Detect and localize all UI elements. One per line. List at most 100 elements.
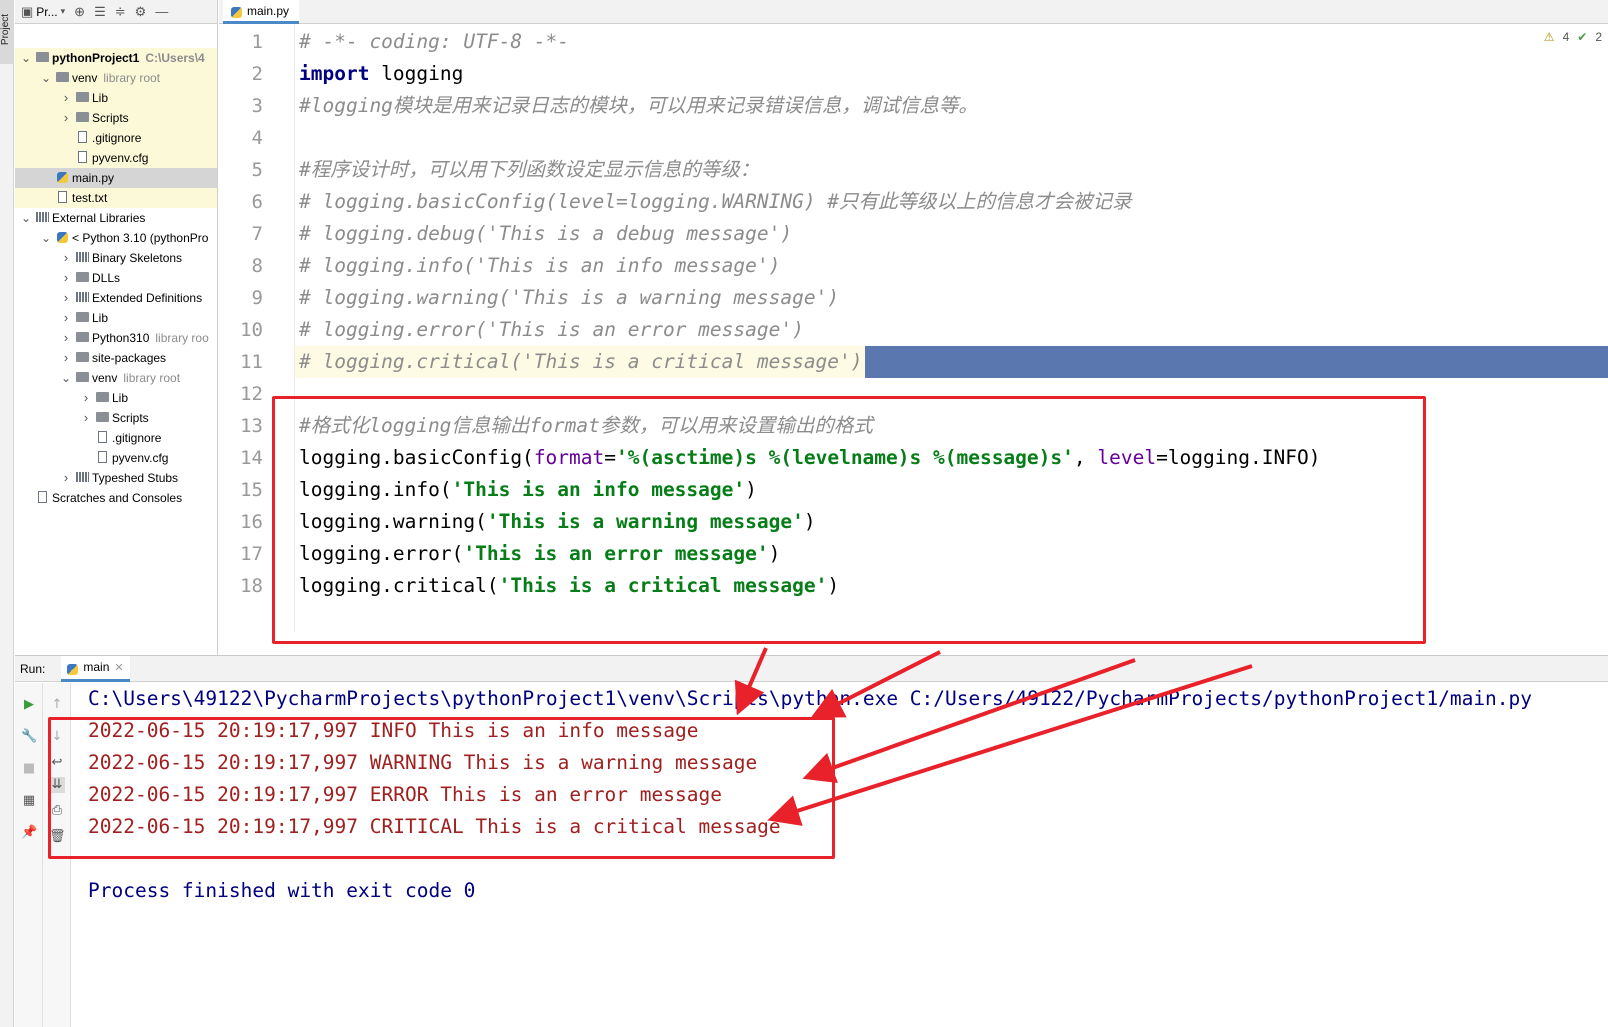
tree-item-label: test.txt xyxy=(72,191,108,205)
code-line: #logging模块是用来记录日志的模块，可以用来记录错误信息，调试信息等。 xyxy=(295,90,1608,122)
tree-item[interactable]: pyvenv.cfg xyxy=(15,148,217,168)
chevron-right-icon[interactable]: › xyxy=(61,308,71,328)
tree-item[interactable]: Scratches and Consoles xyxy=(15,488,217,508)
project-tool-window: ▣ Pr... ▾ ⊕ ☰ ≑ ⚙ — ⌄ pythonProject1 C:\Us… xyxy=(15,0,218,655)
code-text: # logging.info('This is an info message'… xyxy=(299,250,780,282)
line-number: 11 xyxy=(240,351,263,373)
line-number: 16 xyxy=(240,511,263,533)
tree-item[interactable]: ⌄ venv library root xyxy=(15,68,217,88)
chevron-down-icon[interactable]: ⌄ xyxy=(41,228,51,248)
python-icon xyxy=(55,228,69,248)
chevron-right-icon[interactable]: › xyxy=(61,348,71,368)
project-tool-tab[interactable]: Project xyxy=(0,0,14,64)
up-arrow-icon[interactable]: ↑ xyxy=(49,697,65,713)
chevron-right-icon[interactable]: › xyxy=(61,268,71,288)
code-area[interactable]: # -*- coding: UTF-8 -*- import logging #lo… xyxy=(295,24,1608,632)
wrench-icon[interactable]: 🔧 xyxy=(21,729,37,745)
code-token: import xyxy=(299,62,370,85)
line-number: 4 xyxy=(251,127,263,149)
chevron-right-icon[interactable]: › xyxy=(81,388,91,408)
stop-icon[interactable]: ■ xyxy=(21,761,37,777)
run-tab-main[interactable]: main ✕ xyxy=(61,655,130,682)
code-text: logging.basicConfig(format='%(asctime)s … xyxy=(299,442,1320,474)
trash-icon[interactable]: 🗑 xyxy=(49,829,66,845)
pin-icon[interactable]: 📌 xyxy=(21,825,37,841)
code-text: # logging.basicConfig(level=logging.WARN… xyxy=(299,186,1132,218)
chevron-right-icon[interactable]: › xyxy=(61,248,71,268)
locate-icon[interactable]: ⊕ xyxy=(74,4,85,20)
folder-icon xyxy=(75,108,89,128)
folder-icon xyxy=(75,308,89,328)
tree-item[interactable]: › Lib xyxy=(15,88,217,108)
project-tool-tab-label: Project xyxy=(0,13,12,46)
tree-item[interactable]: › DLLs xyxy=(15,268,217,288)
folder-icon xyxy=(75,328,89,348)
down-arrow-icon[interactable]: ↓ xyxy=(49,729,65,745)
collapse-all-icon[interactable]: ≑ xyxy=(115,4,126,20)
tab-main-py[interactable]: main.py xyxy=(223,0,300,24)
tree-item[interactable]: › Binary Skeletons xyxy=(15,248,217,268)
line-number: 8 xyxy=(251,255,263,277)
hide-icon[interactable]: — xyxy=(155,4,168,19)
rerun-icon[interactable]: ▶ xyxy=(21,697,37,713)
scroll-to-end-icon[interactable]: ⇊ xyxy=(49,777,65,793)
tree-item[interactable]: ⌄ pythonProject1 C:\Users\4 xyxy=(15,48,217,68)
tree-item[interactable]: › Lib xyxy=(15,388,217,408)
warning-count: 4 xyxy=(1562,30,1570,44)
code-line: logging.info('This is an info message') xyxy=(295,474,1608,506)
layout-icon[interactable]: ▦ xyxy=(21,793,37,809)
chevron-down-icon[interactable]: ⌄ xyxy=(21,48,31,68)
tree-item-label: Scripts xyxy=(112,411,149,425)
print-icon[interactable]: ⎙ xyxy=(49,803,65,819)
tree-item[interactable]: .gitignore xyxy=(15,128,217,148)
gear-icon[interactable]: ⚙ xyxy=(135,4,147,20)
code-line: logging.critical('This is a critical mes… xyxy=(295,570,1608,602)
code-token: 'This is an info message' xyxy=(451,478,746,501)
chevron-right-icon[interactable]: › xyxy=(61,468,71,488)
chevron-down-icon[interactable]: ⌄ xyxy=(21,208,31,228)
code-token: , xyxy=(1073,446,1098,469)
chevron-right-icon[interactable]: › xyxy=(61,88,71,108)
line-number: 7 xyxy=(251,223,263,245)
chevron-down-icon: ▾ xyxy=(60,6,66,16)
tree-item[interactable]: ⌄ External Libraries xyxy=(15,208,217,228)
tree-item[interactable]: › Python310 library roo xyxy=(15,328,217,348)
tree-item[interactable]: › Typeshed Stubs xyxy=(15,468,217,488)
tree-item[interactable]: ⌄ < Python 3.10 (pythonPro xyxy=(15,228,217,248)
tree-item[interactable]: › Extended Definitions xyxy=(15,288,217,308)
tree-item[interactable]: › Scripts xyxy=(15,108,217,128)
code-text: import logging xyxy=(299,58,463,90)
tree-item[interactable]: › Scripts xyxy=(15,408,217,428)
close-icon[interactable]: ✕ xyxy=(114,661,123,674)
chevron-right-icon[interactable]: › xyxy=(61,288,71,308)
code-line: # logging.basicConfig(level=logging.WARN… xyxy=(295,186,1608,218)
tree-item-hint: library root xyxy=(123,371,181,385)
folder-icon xyxy=(55,68,69,88)
expand-all-icon[interactable]: ☰ xyxy=(94,4,106,20)
folder-icon xyxy=(95,388,109,408)
chevron-right-icon[interactable]: › xyxy=(61,108,71,128)
line-number: 18 xyxy=(240,575,263,597)
tree-item[interactable]: .gitignore xyxy=(15,428,217,448)
tree-item[interactable]: › Lib xyxy=(15,308,217,328)
code-token: =logging.INFO) xyxy=(1156,446,1321,469)
tree-item[interactable]: pyvenv.cfg xyxy=(15,448,217,468)
soft-wrap-icon[interactable]: ↩ xyxy=(49,755,65,771)
tree-item[interactable]: test.txt xyxy=(15,188,217,208)
chevron-down-icon[interactable]: ⌄ xyxy=(41,68,51,88)
line-number: 10 xyxy=(240,319,263,341)
code-line: # logging.info('This is an info message'… xyxy=(295,250,1608,282)
chevron-down-icon[interactable]: ⌄ xyxy=(61,368,71,388)
chevron-right-icon[interactable]: › xyxy=(81,408,91,428)
tree-item[interactable]: main.py xyxy=(15,168,217,188)
tree-item[interactable]: ⌄ venv library root xyxy=(15,368,217,388)
tree-item[interactable]: › site-packages xyxy=(15,348,217,368)
chevron-right-icon[interactable]: › xyxy=(61,328,71,348)
library-icon xyxy=(75,248,89,268)
console-output[interactable]: C:\Users\49122\PycharmProjects\pythonPro… xyxy=(88,683,1608,1027)
inspection-widget[interactable]: ⚠ 4 ✔ 2 xyxy=(1544,30,1602,44)
code-token: #格式化logging信息输出format参数，可以用来设置输出的格式 xyxy=(299,414,873,437)
project-view-selector[interactable]: ▣ Pr... ▾ xyxy=(21,4,65,20)
